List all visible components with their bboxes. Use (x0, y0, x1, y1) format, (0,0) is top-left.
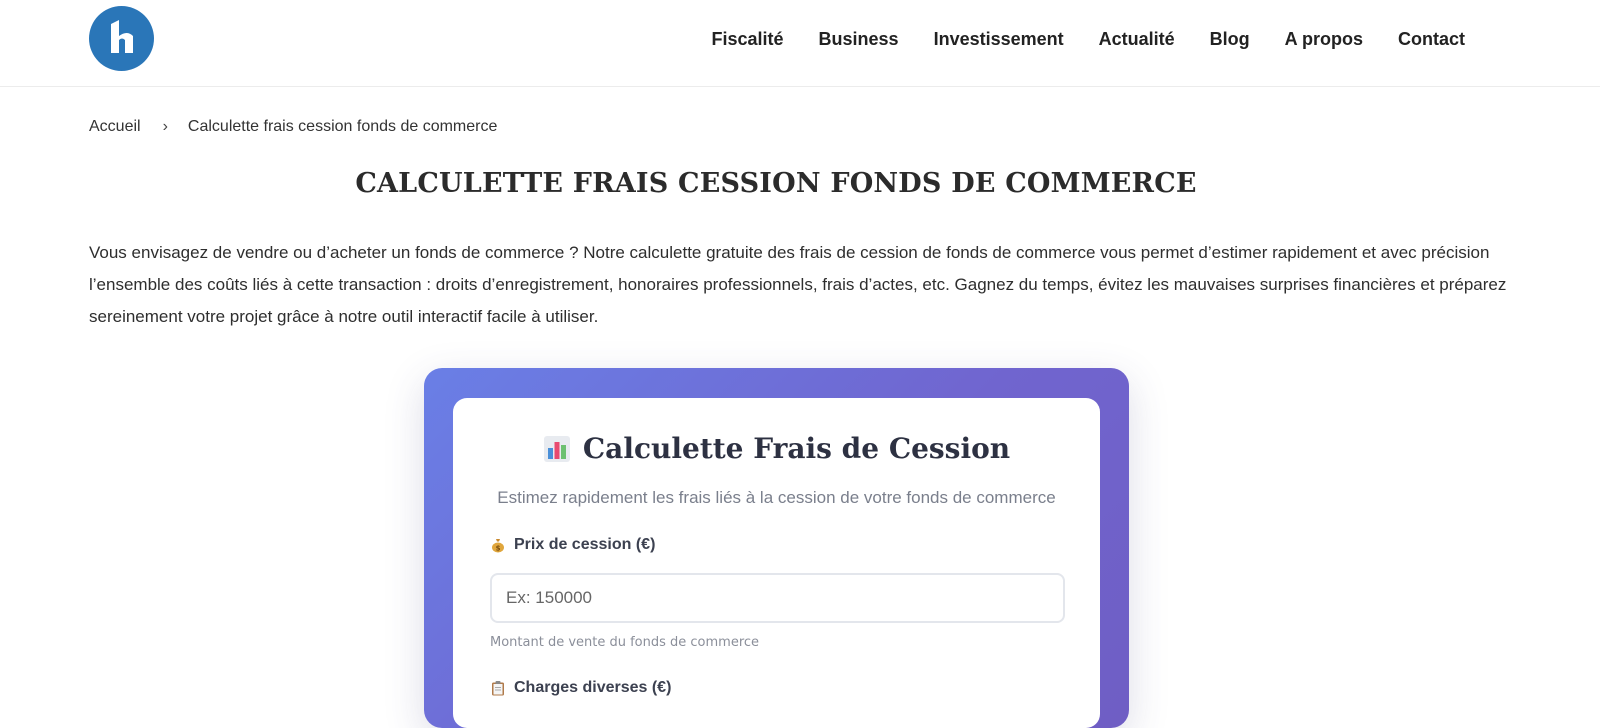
site-logo[interactable] (89, 6, 154, 71)
charges-field-label-text: Charges diverses (€) (514, 679, 672, 696)
page-title: CALCULETTE FRAIS CESSION FONDS DE COMMER… (355, 168, 1197, 199)
logo-h-icon (111, 20, 133, 53)
nav-item-blog[interactable]: Blog (1210, 27, 1250, 51)
nav-item-fiscalite[interactable]: Fiscalité (711, 27, 783, 51)
breadcrumb-current: Calculette frais cession fonds de commer… (187, 118, 498, 135)
price-field-label-text: Prix de cession (€) (514, 536, 656, 553)
nav-item-business[interactable]: Business (819, 27, 899, 51)
nav-item-actualite[interactable]: Actualité (1099, 27, 1175, 51)
calculator-panel: Calculette Frais de Cession Estimez rapi… (453, 398, 1100, 728)
price-field-help: Montant de vente du fonds de commerce (490, 635, 760, 650)
bar-chart-emoji-icon (543, 435, 570, 462)
nav-item-contact[interactable]: Contact (1398, 27, 1465, 51)
svg-text:$: $ (496, 544, 501, 552)
calculator-card: Calculette Frais de Cession Estimez rapi… (424, 368, 1129, 728)
breadcrumb: Accueil › Calculette frais cession fonds… (89, 118, 497, 136)
calculator-title-text: Calculette Frais de Cession (582, 432, 1011, 465)
nav-item-investissement[interactable]: Investissement (934, 27, 1064, 51)
intro-paragraph: Vous envisagez de vendre ou d’acheter un… (89, 243, 1507, 326)
breadcrumb-separator: › (162, 118, 168, 135)
calculator-title: Calculette Frais de Cession (453, 432, 1100, 465)
clipboard-emoji-icon (492, 681, 504, 696)
price-input[interactable] (490, 573, 1065, 623)
price-field-label: $ Prix de cession (€) (490, 536, 655, 554)
breadcrumb-home-link[interactable]: Accueil (89, 118, 141, 136)
nav-item-a-propos[interactable]: A propos (1285, 27, 1363, 51)
main-nav: Fiscalité Business Investissement Actual… (676, 27, 1465, 51)
charges-field-label: Charges diverses (€) (490, 679, 671, 697)
site-header: Fiscalité Business Investissement Actual… (0, 0, 1600, 87)
money-bag-emoji-icon: $ (492, 539, 504, 553)
calculator-subtitle: Estimez rapidement les frais liés à la c… (497, 488, 1056, 507)
